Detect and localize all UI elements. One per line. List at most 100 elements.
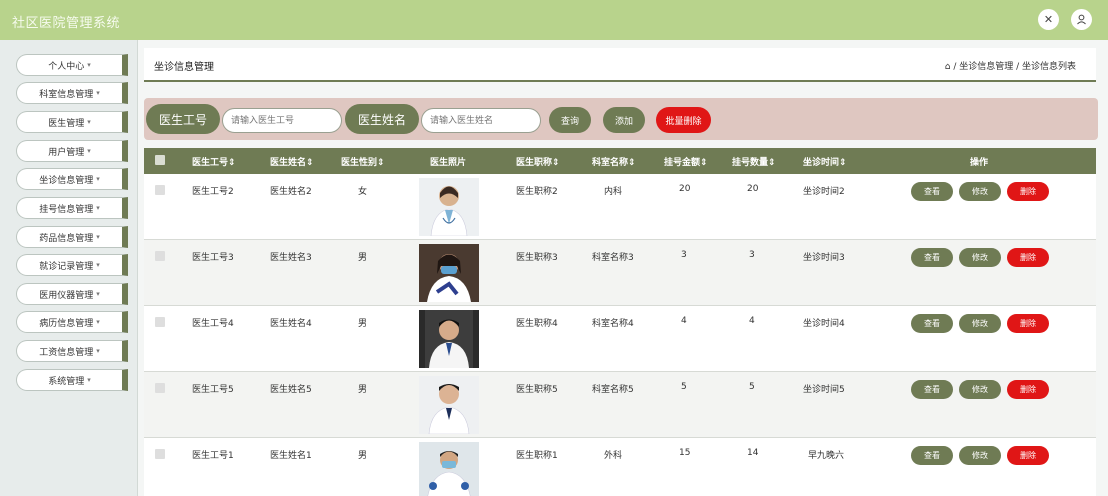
sidebar-item-visit-record[interactable]: 就诊记录管理 ▾: [16, 254, 128, 276]
chevron-down-icon: ▾: [96, 233, 100, 241]
delete-button[interactable]: 删除: [1007, 380, 1049, 399]
query-button[interactable]: 查询: [549, 107, 591, 133]
cell-gender: 男: [358, 451, 368, 461]
cell-dept: 外科: [604, 451, 623, 461]
sidebar-item-user-mgmt[interactable]: 用户管理 ▾: [16, 140, 128, 162]
cell-doctor-name: 医生姓名2: [270, 187, 312, 197]
cell-gender: 男: [358, 253, 368, 263]
chevron-down-icon: ▾: [96, 318, 100, 326]
chevron-down-icon: ▾: [96, 290, 100, 298]
sidebar-item-registration[interactable]: 挂号信息管理 ▾: [16, 197, 128, 219]
cell-count: 20: [747, 184, 759, 194]
table-row: 医生工号2 医生姓名2 女 医生职称2 内科 20 20 坐诊时间2 查看 修改…: [144, 174, 1096, 240]
cell-doctor-id: 医生工号4: [192, 319, 234, 329]
chevron-down-icon: ▾: [96, 175, 100, 183]
sidebar-item-medical-record[interactable]: 病历信息管理 ▾: [16, 311, 128, 333]
chevron-down-icon: ▾: [87, 376, 91, 384]
delete-button[interactable]: 删除: [1007, 446, 1049, 465]
col-dept[interactable]: 科室名称⇕: [592, 155, 636, 168]
cell-title: 医生职称1: [516, 451, 558, 461]
cell-count: 3: [749, 250, 755, 260]
top-bar: 社区医院管理系统 ✕: [0, 0, 1108, 40]
row-checkbox[interactable]: [155, 449, 165, 459]
col-fee[interactable]: 挂号金额⇕: [664, 155, 708, 168]
doctor-id-input[interactable]: [222, 108, 342, 133]
select-all-checkbox[interactable]: [155, 155, 165, 165]
view-button[interactable]: 查看: [911, 380, 953, 399]
doctor-photo: [419, 244, 479, 302]
sidebar-item-dept-info[interactable]: 科室信息管理 ▾: [16, 82, 128, 104]
cell-doctor-id: 医生工号3: [192, 253, 234, 263]
cell-dept: 内科: [604, 187, 623, 197]
page-title: 坐诊信息管理: [154, 62, 214, 73]
expand-icon[interactable]: ✕: [1038, 9, 1059, 30]
sidebar: 个人中心 ▾ 科室信息管理 ▾ 医生管理 ▾ 用户管理 ▾ 坐诊信息管理 ▾ 挂号信息管理…: [0, 40, 138, 496]
row-checkbox[interactable]: [155, 251, 165, 261]
chevron-down-icon: ▾: [87, 61, 91, 69]
edit-button[interactable]: 修改: [959, 446, 1001, 465]
row-checkbox[interactable]: [155, 317, 165, 327]
add-button[interactable]: 添加: [603, 107, 645, 133]
view-button[interactable]: 查看: [911, 248, 953, 267]
cell-time: 坐诊时间5: [803, 385, 845, 395]
cell-dept: 科室名称4: [592, 319, 634, 329]
view-button[interactable]: 查看: [911, 314, 953, 333]
sidebar-item-medicine[interactable]: 药品信息管理 ▾: [16, 226, 128, 248]
col-gender[interactable]: 医生性别⇕: [341, 155, 385, 168]
doctor-name-label: 医生姓名: [345, 104, 419, 134]
cell-title: 医生职称2: [516, 187, 558, 197]
edit-button[interactable]: 修改: [959, 248, 1001, 267]
delete-button[interactable]: 删除: [1007, 182, 1049, 201]
cell-time: 坐诊时间3: [803, 253, 845, 263]
edit-button[interactable]: 修改: [959, 182, 1001, 201]
cell-title: 医生职称3: [516, 253, 558, 263]
doctor-name-input[interactable]: [421, 108, 541, 133]
sidebar-item-instruments[interactable]: 医用仪器管理 ▾: [16, 283, 128, 305]
doctor-photo: [419, 178, 479, 236]
cell-fee: 20: [679, 184, 691, 194]
sidebar-item-consultation[interactable]: 坐诊信息管理 ▾: [16, 168, 128, 190]
search-bar: 医生工号 医生姓名 查询 添加 批量删除: [144, 98, 1098, 140]
sidebar-item-personal-center[interactable]: 个人中心 ▾: [16, 54, 128, 76]
col-doctor-id[interactable]: 医生工号⇕: [192, 155, 236, 168]
edit-button[interactable]: 修改: [959, 314, 1001, 333]
cell-title: 医生职称5: [516, 385, 558, 395]
chevron-down-icon: ▾: [96, 347, 100, 355]
table-row: 医生工号5 医生姓名5 男 医生职称5 科室名称5 5 5 坐诊时间5 查看 修…: [144, 372, 1096, 438]
col-count[interactable]: 挂号数量⇕: [732, 155, 776, 168]
sidebar-item-system[interactable]: 系统管理 ▾: [16, 369, 128, 391]
cell-doctor-id: 医生工号1: [192, 451, 234, 461]
delete-button[interactable]: 删除: [1007, 248, 1049, 267]
cell-fee: 15: [679, 448, 691, 458]
row-checkbox[interactable]: [155, 383, 165, 393]
cell-doctor-name: 医生姓名5: [270, 385, 312, 395]
table-row: 医生工号4 医生姓名4 男 医生职称4 科室名称4 4 4 坐诊时间4 查看 修…: [144, 306, 1096, 372]
cell-doctor-id: 医生工号5: [192, 385, 234, 395]
cell-count: 14: [747, 448, 759, 458]
view-button[interactable]: 查看: [911, 182, 953, 201]
sidebar-item-doctor-mgmt[interactable]: 医生管理 ▾: [16, 111, 128, 133]
delete-button[interactable]: 删除: [1007, 314, 1049, 333]
doctor-photo: [419, 376, 479, 434]
chevron-down-icon: ▾: [87, 147, 91, 155]
doctor-id-label: 医生工号: [146, 104, 220, 134]
edit-button[interactable]: 修改: [959, 380, 1001, 399]
cell-time: 坐诊时间4: [803, 319, 845, 329]
col-doctor-name[interactable]: 医生姓名⇕: [270, 155, 314, 168]
cell-doctor-name: 医生姓名1: [270, 451, 312, 461]
user-icon[interactable]: [1071, 9, 1092, 30]
col-title[interactable]: 医生职称⇕: [516, 155, 560, 168]
view-button[interactable]: 查看: [911, 446, 953, 465]
doctor-photo: [419, 442, 479, 496]
breadcrumb: ⌂ / 坐诊信息管理 / 坐诊信息列表: [944, 62, 1076, 72]
batch-delete-button[interactable]: 批量删除: [656, 107, 711, 133]
app-title: 社区医院管理系统: [12, 16, 121, 31]
cell-doctor-name: 医生姓名4: [270, 319, 312, 329]
cell-count: 5: [749, 382, 755, 392]
row-checkbox[interactable]: [155, 185, 165, 195]
chevron-down-icon: ▾: [96, 204, 100, 212]
sidebar-item-salary[interactable]: 工资信息管理 ▾: [16, 340, 128, 362]
table-row: 医生工号3 医生姓名3 男 医生职称3 科室名称3 3 3 坐诊时间3 查看 修…: [144, 240, 1096, 306]
cell-gender: 女: [358, 187, 368, 197]
col-time[interactable]: 坐诊时间⇕: [803, 155, 847, 168]
